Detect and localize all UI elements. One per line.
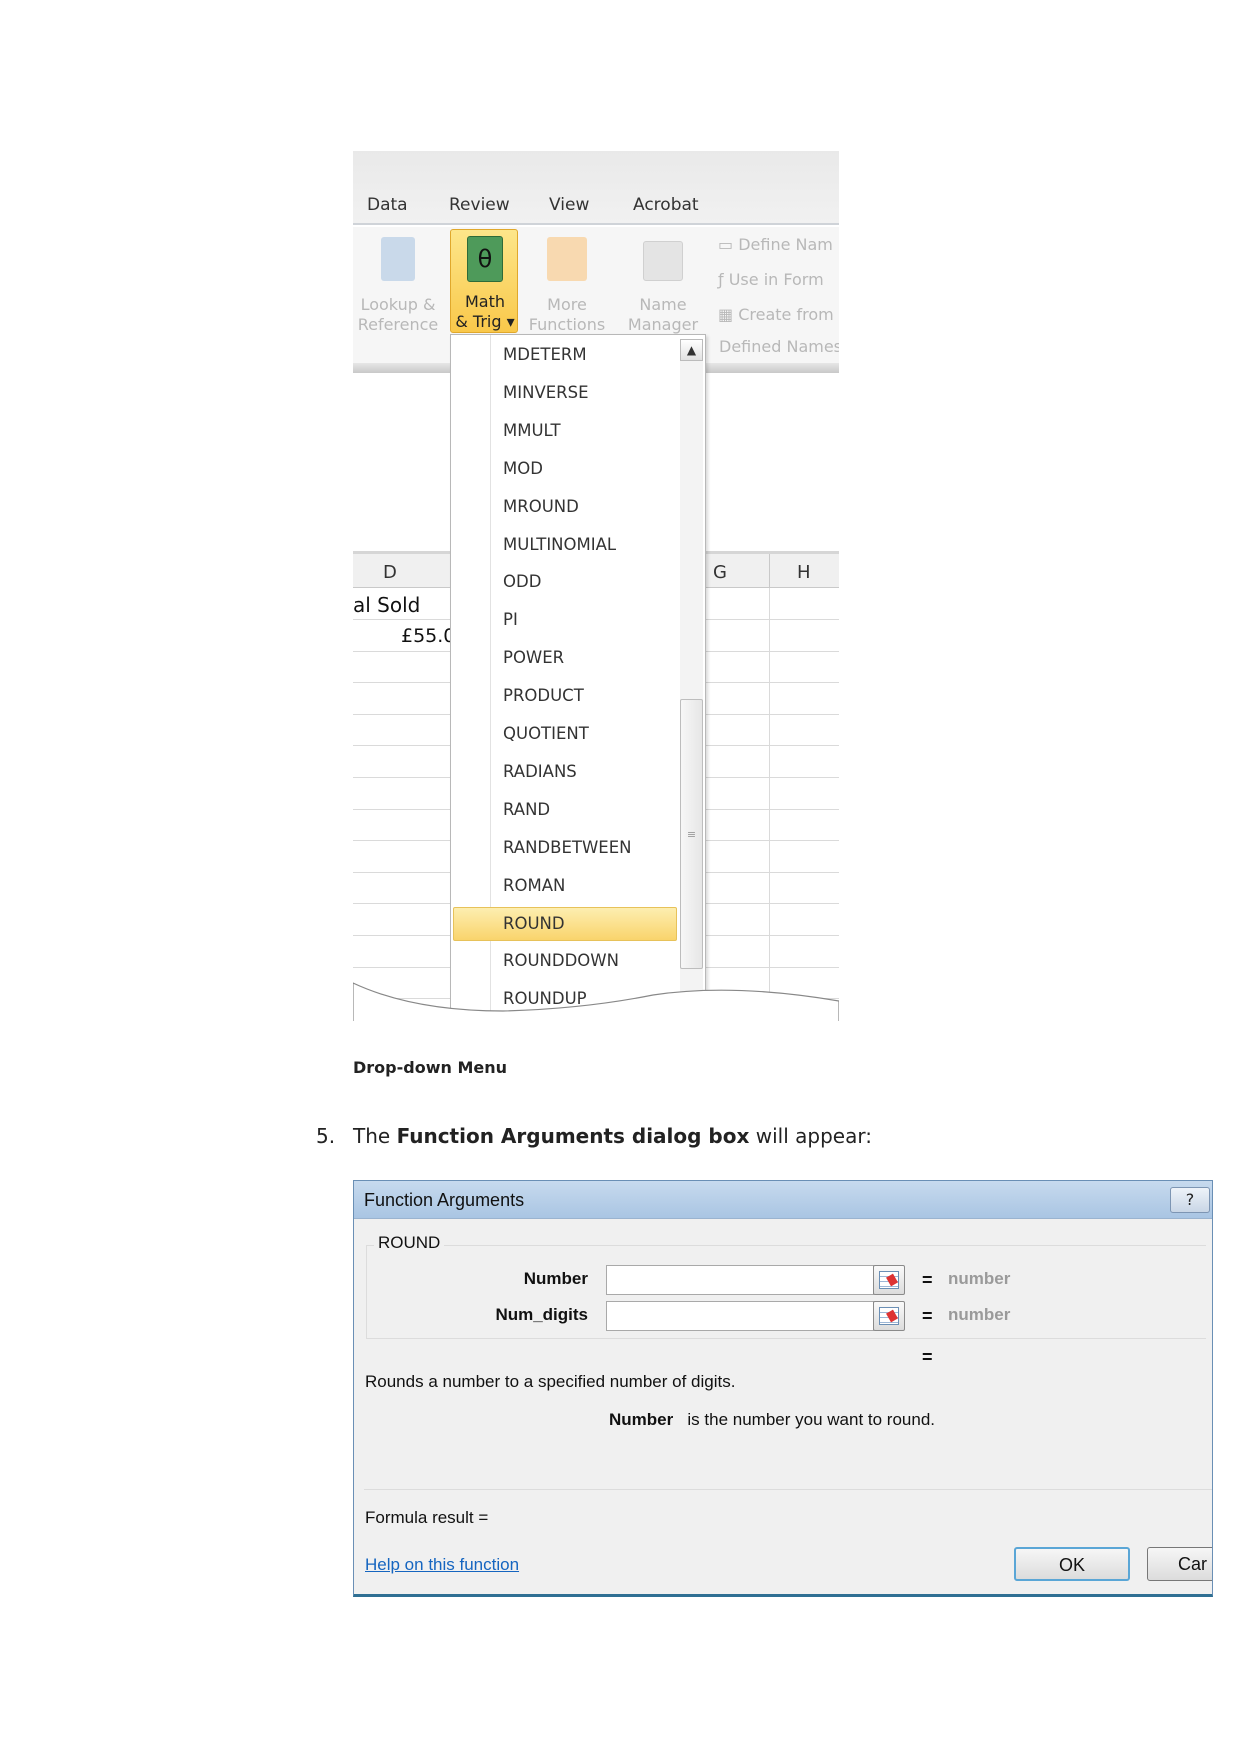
range-select-button[interactable]: [873, 1265, 905, 1295]
column-h-header[interactable]: H: [797, 562, 811, 583]
separator: [364, 1489, 1212, 1490]
table-icon: ▦: [718, 305, 739, 324]
tab-data[interactable]: Data: [367, 195, 408, 215]
name-manager-label-2: Manager: [627, 315, 699, 334]
arg-label-number: Number: [523, 1269, 588, 1288]
arg-result: number: [948, 1305, 1011, 1324]
name-manager-button[interactable]: Name Manager: [625, 231, 701, 341]
cancel-button[interactable]: Car: [1147, 1547, 1212, 1581]
math-label-2: & Trig ▾: [455, 312, 515, 331]
selected-item-highlight: [453, 906, 677, 941]
formula-result: Formula result =: [365, 1508, 489, 1527]
dropdown-item-radians[interactable]: RADIANS: [503, 755, 577, 789]
help-on-function-link[interactable]: Help on this function: [365, 1555, 519, 1575]
collapse-dialog-icon: [879, 1271, 899, 1289]
dropdown-item-roman[interactable]: ROMAN: [503, 869, 565, 903]
math-trig-dropdown: ▲ ≡ MDETERM MINVERSE MMULT MOD MROUND MULTINO…: [450, 334, 706, 1021]
excel-ribbon-screenshot: Data Review View Acrobat Lookup & Referen…: [353, 151, 839, 1021]
math-trig-button[interactable]: θ Math & Trig ▾: [450, 229, 518, 333]
arg-input-num_digits[interactable]: [606, 1301, 874, 1331]
help-button[interactable]: ?: [1170, 1187, 1210, 1213]
cell-d-header[interactable]: al Sold: [353, 593, 420, 617]
defined-names-group-label: Defined Names: [719, 337, 839, 356]
argument-help: Number is the number you want to round.: [609, 1410, 935, 1429]
dropdown-item-odd[interactable]: ODD: [503, 565, 541, 599]
scroll-up-icon[interactable]: ▲: [680, 339, 703, 361]
tab-view[interactable]: View: [549, 195, 589, 215]
dropdown-item-mod[interactable]: MOD: [503, 452, 543, 486]
define-name-button[interactable]: ▭ Define Nam: [718, 235, 833, 255]
arg-equals: =: [922, 1306, 933, 1326]
grid-line: [769, 588, 770, 1021]
ribbon-tab-bar: Data Review View Acrobat: [353, 151, 839, 225]
step-text: The Function Arguments dialog box will a…: [353, 1124, 872, 1148]
book-magnifier-icon: [381, 237, 415, 281]
define-name-icon: ▭: [718, 235, 739, 254]
dropdown-item-product[interactable]: PRODUCT: [503, 679, 584, 713]
arg-result: number: [948, 1269, 1011, 1288]
dropdown-item-round[interactable]: ROUND: [503, 907, 565, 941]
result-equals: =: [922, 1347, 933, 1367]
step-number: 5.: [316, 1124, 336, 1148]
fx-icon: ƒ: [718, 270, 729, 289]
more-functions-button[interactable]: More Functions: [519, 231, 615, 341]
arg-equals: =: [922, 1270, 933, 1290]
dropdown-item-minverse[interactable]: MINVERSE: [503, 376, 589, 410]
function-name: ROUND: [374, 1233, 445, 1253]
figure-caption: Drop-down Menu: [353, 1058, 507, 1077]
dropdown-item-pi[interactable]: PI: [503, 603, 518, 637]
column-d-header[interactable]: D: [383, 562, 397, 583]
dropdown-item-power[interactable]: POWER: [503, 641, 564, 675]
torn-edge: [353, 982, 839, 1021]
card-file-icon: [643, 241, 683, 281]
more-label-1: More: [547, 295, 587, 314]
create-from-selection-button[interactable]: ▦ Create from: [718, 305, 834, 325]
dropdown-scrollbar[interactable]: ▲ ≡: [680, 339, 703, 1021]
ok-button[interactable]: OK: [1014, 1547, 1130, 1581]
function-arguments-dialog: Function Arguments ? ROUND Number = numb…: [353, 1180, 1213, 1597]
books-icon: [547, 237, 587, 281]
scroll-thumb[interactable]: ≡: [680, 699, 703, 969]
dropdown-item-randbetween[interactable]: RANDBETWEEN: [503, 831, 631, 865]
lookup-label-2: Reference: [357, 315, 439, 334]
more-label-2: Functions: [528, 315, 606, 334]
dropdown-item-mround[interactable]: MROUND: [503, 490, 579, 524]
math-label-1: Math: [464, 292, 506, 311]
function-description: Rounds a number to a specified number of…: [365, 1372, 736, 1391]
collapse-dialog-icon: [879, 1307, 899, 1325]
use-in-formula-button[interactable]: ƒ Use in Form: [718, 270, 824, 290]
dropdown-item-mmult[interactable]: MMULT: [503, 414, 561, 448]
arg-label-num_digits: Num_digits: [495, 1305, 588, 1324]
column-g-header[interactable]: G: [713, 562, 727, 583]
column-divider: [769, 554, 770, 588]
dropdown-item-multinomial[interactable]: MULTINOMIAL: [503, 528, 616, 562]
tab-review[interactable]: Review: [449, 195, 510, 215]
dropdown-item-quotient[interactable]: QUOTIENT: [503, 717, 589, 751]
dropdown-item-rand[interactable]: RAND: [503, 793, 550, 827]
question-icon: ?: [1185, 1190, 1195, 1209]
dialog-title-bar: Function Arguments ?: [354, 1181, 1212, 1219]
tab-acrobat[interactable]: Acrobat: [633, 195, 699, 215]
range-select-button[interactable]: [873, 1301, 905, 1331]
dialog-title: Function Arguments: [364, 1190, 525, 1210]
theta-book-icon: θ: [467, 236, 503, 282]
dropdown-item-mdeterm[interactable]: MDETERM: [503, 338, 587, 372]
lookup-label-1: Lookup &: [360, 295, 436, 314]
name-manager-label-1: Name: [639, 295, 687, 314]
cell-d-value[interactable]: £55.0: [401, 625, 455, 647]
arg-input-number[interactable]: [606, 1265, 874, 1295]
lookup-reference-button[interactable]: Lookup & Reference: [353, 231, 443, 341]
